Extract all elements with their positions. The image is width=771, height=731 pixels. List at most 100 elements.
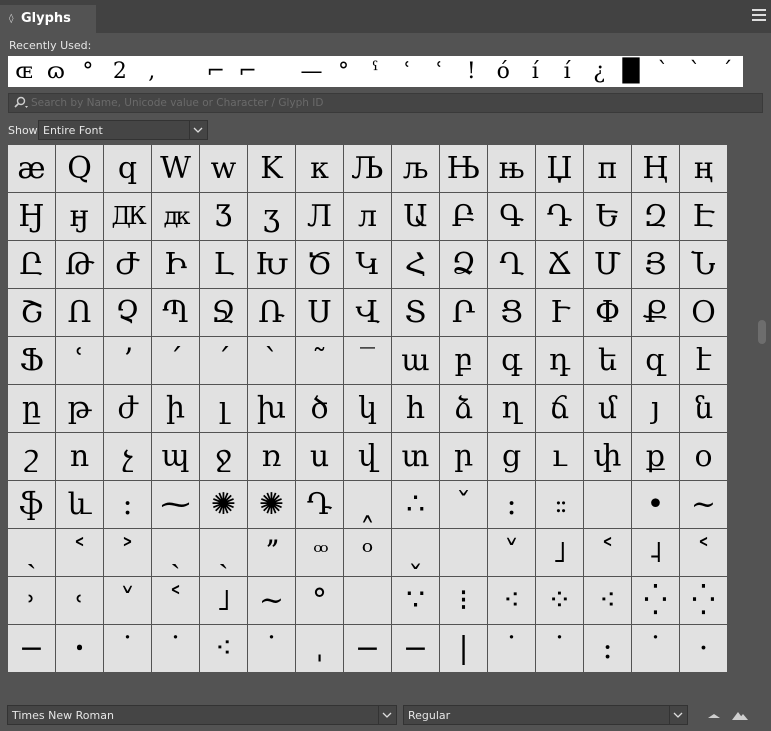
glyph-cell[interactable]: ւ	[536, 433, 583, 480]
glyph-cell[interactable]: Ձ	[440, 241, 487, 288]
glyph-cell[interactable]: ˂	[152, 577, 199, 624]
glyph-cell[interactable]: Տ	[392, 289, 439, 336]
glyph-cell[interactable]: ա	[392, 337, 439, 384]
glyph-cell[interactable]: ˇ	[440, 481, 487, 528]
glyph-cell[interactable]: K	[248, 145, 295, 192]
glyph-cell[interactable]: ˅	[104, 577, 151, 624]
glyph-cell[interactable]: ӈ	[56, 193, 103, 240]
glyph-cell[interactable]: q	[104, 145, 151, 192]
glyph-cell[interactable]: ˜	[296, 337, 343, 384]
recent-glyph[interactable]: `	[647, 56, 679, 87]
glyph-cell[interactable]: ˯	[392, 529, 439, 576]
glyph-cell[interactable]: æ	[8, 145, 55, 192]
font-family-dropdown-button[interactable]	[378, 706, 396, 724]
glyph-cell[interactable]: ˙	[152, 625, 199, 672]
glyph-cell[interactable]: :	[584, 625, 631, 672]
glyph-cell[interactable]: Ո	[56, 289, 103, 336]
collapse-arrows-icon[interactable]: ◊	[9, 5, 13, 33]
glyph-cell[interactable]: վ	[344, 433, 391, 480]
glyph-cell[interactable]: Վ	[344, 289, 391, 336]
recent-glyph[interactable]: °	[72, 56, 104, 87]
font-style-dropdown-button[interactable]	[669, 706, 687, 724]
glyph-cell[interactable]: ⁖	[584, 577, 631, 624]
glyph-cell[interactable]: ˙	[248, 625, 295, 672]
glyph-cell[interactable]: Գ	[488, 193, 535, 240]
glyph-cell[interactable]: լ	[200, 385, 247, 432]
glyph-cell[interactable]: ДК	[104, 193, 151, 240]
glyph-cell[interactable]: ˌ	[296, 625, 343, 672]
glyph-cell[interactable]: ˏ	[200, 529, 247, 576]
glyph-cell[interactable]: ʿ	[56, 337, 103, 384]
glyph-cell[interactable]: Ճ	[536, 241, 583, 288]
font-style-dropdown[interactable]: Regular	[403, 705, 688, 725]
glyph-cell[interactable]: ձ	[440, 385, 487, 432]
glyph-cell[interactable]: љ	[392, 145, 439, 192]
recent-glyph[interactable]: ,	[136, 56, 168, 87]
glyph-cell[interactable]: Ը	[8, 241, 55, 288]
glyph-cell[interactable]: ˊ	[200, 337, 247, 384]
glyph-cell[interactable]: Љ	[344, 145, 391, 192]
recent-glyph[interactable]: °	[328, 56, 360, 87]
glyph-cell[interactable]: ո	[56, 433, 103, 480]
glyph-cell[interactable]: Դ	[536, 193, 583, 240]
glyph-cell[interactable]: |	[440, 625, 487, 672]
glyph-cell[interactable]: կ	[344, 385, 391, 432]
grid-scroll-thumb[interactable]	[758, 320, 766, 344]
glyph-cell[interactable]: դ	[536, 337, 583, 384]
glyph-cell[interactable]: Բ	[440, 193, 487, 240]
glyph-cell[interactable]: և	[56, 481, 103, 528]
glyph-cell[interactable]: −	[344, 625, 391, 672]
glyph-cell[interactable]: W	[152, 145, 199, 192]
show-dropdown[interactable]: Entire Font	[38, 120, 208, 140]
glyph-cell[interactable]: Փ	[584, 289, 631, 336]
glyph-cell[interactable]: ·	[680, 625, 727, 672]
glyph-cell[interactable]: Ջ	[200, 289, 247, 336]
recent-glyph[interactable]	[264, 56, 296, 87]
glyph-cell[interactable]: Q	[56, 145, 103, 192]
glyph-cell[interactable]: Ս	[296, 289, 343, 336]
glyph-cell[interactable]: Ռ	[248, 289, 295, 336]
glyph-cell[interactable]: Ց	[488, 289, 535, 336]
glyph-cell[interactable]: օ	[680, 433, 727, 480]
recent-glyph[interactable]: ɶ	[8, 56, 40, 87]
glyph-cell[interactable]: ~	[680, 481, 727, 528]
recent-glyph[interactable]: ⌐	[200, 56, 232, 87]
glyph-cell[interactable]: ց	[488, 433, 535, 480]
glyph-cell[interactable]: ⁖	[488, 577, 535, 624]
glyph-cell[interactable]: ˙	[632, 625, 679, 672]
recent-glyph[interactable]: ˊ	[711, 56, 743, 87]
recent-glyph[interactable]: ⌐	[232, 56, 264, 87]
glyph-cell[interactable]: −	[8, 625, 55, 672]
glyph-cell[interactable]: ң	[680, 145, 727, 192]
glyph-cell[interactable]: л	[344, 193, 391, 240]
glyph-cell[interactable]: ˂	[584, 529, 631, 576]
glyph-cell[interactable]	[344, 577, 391, 624]
glyph-cell[interactable]: Ր	[440, 289, 487, 336]
glyph-cell[interactable]: °	[296, 577, 343, 624]
glyph-cell[interactable]: մ	[584, 385, 631, 432]
glyph-cell[interactable]: չ	[104, 433, 151, 480]
glyph-cell[interactable]: Պ	[152, 289, 199, 336]
glyph-cell[interactable]: Օ	[680, 289, 727, 336]
glyph-cell[interactable]: Հ	[392, 241, 439, 288]
glyph-cell[interactable]: ˓	[56, 577, 103, 624]
glyph-cell[interactable]: ˂	[680, 529, 727, 576]
glyph-cell[interactable]: Њ	[440, 145, 487, 192]
glyph-cell[interactable]: ն	[680, 385, 727, 432]
recent-glyph[interactable]: —	[296, 56, 328, 87]
glyph-cell[interactable]: Զ	[632, 193, 679, 240]
glyph-cell[interactable]	[584, 481, 631, 528]
font-family-dropdown[interactable]: Times New Roman	[7, 705, 397, 725]
glyph-cell[interactable]: ᵒᵒ	[296, 529, 343, 576]
glyph-cell[interactable]: Յ	[632, 241, 679, 288]
glyph-cell[interactable]: ⁖	[200, 625, 247, 672]
glyph-cell[interactable]: ˙	[488, 625, 535, 672]
glyph-cell[interactable]: ճ	[536, 385, 583, 432]
show-dropdown-button[interactable]	[189, 121, 207, 139]
glyph-cell[interactable]: ‾	[344, 337, 391, 384]
glyph-cell[interactable]: ˮ	[248, 529, 295, 576]
glyph-cell[interactable]: Է	[680, 193, 727, 240]
glyph-cell[interactable]: ӡ	[248, 193, 295, 240]
glyph-cell[interactable]: Џ	[536, 145, 583, 192]
glyph-cell[interactable]: п	[584, 145, 631, 192]
